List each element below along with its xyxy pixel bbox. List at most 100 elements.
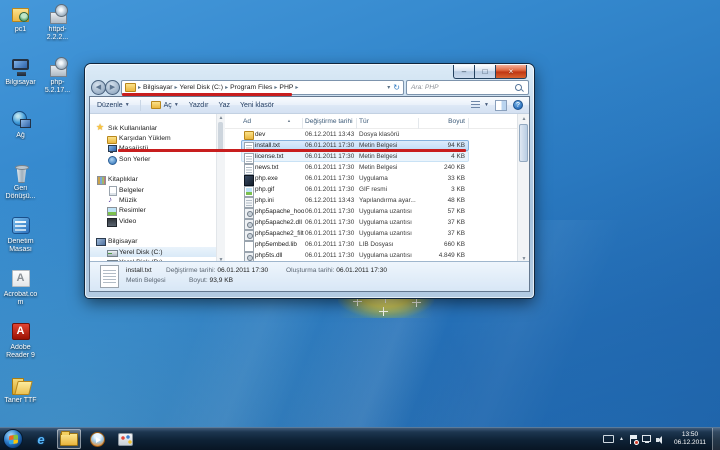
desktop-icon[interactable]: Adobe Reader 9: [2, 320, 39, 373]
file-type: LIB Dosyası: [359, 241, 419, 248]
column-header-name[interactable]: Ad: [243, 118, 251, 125]
refresh-icon[interactable]: ↻: [392, 83, 403, 92]
table-row[interactable]: news.txt 06.01.2011 17:30 Metin Belgesi …: [225, 162, 517, 173]
sidebar-item-label: Video: [119, 218, 136, 225]
desktop-icon[interactable]: Bilgisayar: [2, 55, 39, 108]
help-button[interactable]: ?: [513, 100, 523, 110]
sparkle-icon: [412, 298, 421, 307]
scroll-up-icon[interactable]: ▲: [518, 116, 529, 122]
breadcrumb-item[interactable]: Bilgisayar: [143, 84, 172, 91]
show-desktop-button[interactable]: [712, 428, 720, 450]
column-header-type[interactable]: Tür: [359, 118, 369, 125]
explorer-main-area: Sık Kullanılanlar Karşıdan Yüklem Masaüs…: [90, 114, 529, 264]
scroll-up-icon[interactable]: ▲: [217, 115, 225, 121]
breadcrumb-arrow-icon: ▸: [136, 84, 143, 91]
taskbar-media-player[interactable]: [85, 429, 109, 449]
desktop-icon[interactable]: Geri Dönüşü...: [2, 161, 39, 214]
hidden-icons-arrow-icon[interactable]: ▲: [619, 436, 624, 442]
new-folder-button[interactable]: Yeni klasör: [240, 102, 274, 109]
sidebar-item[interactable]: Müzik: [90, 195, 216, 205]
organize-button[interactable]: Düzenle▼: [97, 102, 130, 109]
print-button[interactable]: Yazdır: [189, 102, 209, 109]
sidebar-item[interactable]: Resimler: [90, 206, 216, 216]
table-row[interactable]: php5ts.dll 06.01.2011 17:30 Uygulama uza…: [225, 250, 517, 261]
table-row[interactable]: php5apache2_filter.dll 06.01.2011 17:30 …: [225, 228, 517, 239]
taskbar-clock[interactable]: 13:50 06.12.2011: [670, 431, 710, 447]
column-separator[interactable]: [356, 118, 357, 129]
file-modified: 06.01.2011 17:30: [305, 142, 359, 149]
taskbar-windows-explorer[interactable]: [57, 429, 81, 449]
sidebar-item[interactable]: Sık Kullanılanlar: [90, 123, 216, 133]
burn-button[interactable]: Yaz: [218, 102, 230, 109]
column-header-size[interactable]: Boyut: [421, 118, 465, 125]
address-dropdown-icon[interactable]: ▾: [385, 84, 392, 91]
sidebar-item[interactable]: Karşıdan Yüklem: [90, 133, 216, 143]
desktop-icon[interactable]: httpd-2.2.2...: [39, 2, 76, 55]
open-button[interactable]: Aç▼: [151, 101, 179, 109]
sidebar-item[interactable]: Bilgisayar: [90, 237, 216, 247]
table-row[interactable]: php.exe 06.01.2011 17:30 Uygulama 33 KB: [225, 173, 517, 184]
table-row[interactable]: php5apache_hooks.dll 06.01.2011 17:30 Uy…: [225, 206, 517, 217]
start-button[interactable]: [3, 429, 23, 449]
file-modified: 06.12.2011 13:43: [305, 197, 359, 204]
table-row[interactable]: php.ini 06.12.2011 13:43 Yapılandırma ay…: [225, 195, 517, 206]
volume-icon[interactable]: [656, 435, 665, 444]
column-header-modified[interactable]: Değiştirme tarihi: [305, 118, 353, 125]
sidebar-item-label: Sık Kullanılanlar: [108, 125, 157, 132]
folder-icon: [151, 101, 161, 109]
sidebar-item-icon: [107, 155, 116, 164]
desktop-icon[interactable]: Denetim Masası: [2, 214, 39, 267]
sidebar-scrollbar[interactable]: ▲ ▼: [216, 114, 225, 264]
breadcrumb-item[interactable]: PHP: [279, 84, 293, 91]
table-row[interactable]: php.gif 06.01.2011 17:30 GIF resmi 3 KB: [225, 184, 517, 195]
back-button[interactable]: ◀: [91, 80, 106, 95]
breadcrumb-arrow-icon: ▸: [223, 84, 230, 91]
search-input[interactable]: Ara: PHP: [406, 80, 529, 95]
column-separator[interactable]: [302, 118, 303, 129]
desktop-icon[interactable]: pc1: [2, 2, 39, 55]
table-row[interactable]: dev 06.12.2011 13:43 Dosya klasörü: [225, 129, 517, 140]
breadcrumb-item[interactable]: Program Files: [230, 84, 272, 91]
table-row[interactable]: license.txt 06.01.2011 17:30 Metin Belge…: [225, 151, 517, 162]
scrollbar-thumb[interactable]: [519, 124, 528, 162]
file-modified: 06.01.2011 17:30: [305, 208, 359, 215]
file-type: Uygulama uzantısı: [359, 208, 419, 215]
sidebar-item[interactable]: Kitaplıklar: [90, 175, 216, 185]
breadcrumb-item[interactable]: Yerel Disk (C:): [180, 84, 224, 91]
forward-button[interactable]: ▶: [105, 80, 120, 95]
desktop-icon[interactable]: php-5.2.17...: [39, 55, 76, 108]
desktop-icon-glyph: [47, 3, 69, 25]
table-row[interactable]: php5apache2.dll 06.01.2011 17:30 Uygulam…: [225, 217, 517, 228]
desktop-icon[interactable]: Ağ: [2, 108, 39, 161]
desktop-icon[interactable]: Acrobat.com: [2, 267, 39, 320]
sidebar-item[interactable]: Belgeler: [90, 185, 216, 195]
taskbar-internet-explorer[interactable]: e: [29, 429, 53, 449]
maximize-button[interactable]: □: [474, 65, 496, 79]
column-separator[interactable]: [418, 118, 419, 129]
file-name: dev: [255, 131, 304, 138]
preview-pane-button[interactable]: [495, 100, 507, 111]
device-icon[interactable]: [603, 435, 614, 443]
minimize-button[interactable]: –: [453, 65, 474, 79]
desktop-icon[interactable]: Taner TTF: [2, 373, 39, 426]
file-size: 94 KB: [421, 142, 465, 149]
sidebar-item-label: Resimler: [119, 207, 146, 214]
change-view-button[interactable]: ▼: [471, 101, 489, 109]
file-size: 3 KB: [421, 186, 465, 193]
chevron-down-icon: ▼: [484, 102, 489, 108]
desktop-icon-glyph: [10, 268, 32, 290]
network-icon[interactable]: [642, 435, 651, 443]
close-button[interactable]: ×: [496, 65, 527, 79]
sidebar-item-icon: [96, 237, 105, 246]
file-modified: 06.12.2011 13:43: [305, 131, 359, 138]
action-center-flag-icon[interactable]: [629, 435, 637, 444]
scrollbar-thumb[interactable]: [218, 122, 223, 152]
sidebar-item[interactable]: Son Yerler: [90, 154, 216, 164]
column-separator[interactable]: [468, 118, 469, 129]
file-list-scrollbar[interactable]: ▲ ▼: [517, 114, 529, 264]
sidebar-item[interactable]: Yerel Disk (C:): [90, 247, 216, 257]
sidebar-item[interactable]: Video: [90, 216, 216, 226]
taskbar-paint[interactable]: [113, 429, 137, 449]
table-row[interactable]: php5embed.lib 06.01.2011 17:30 LIB Dosya…: [225, 239, 517, 250]
file-type: Metin Belgesi: [359, 142, 419, 149]
